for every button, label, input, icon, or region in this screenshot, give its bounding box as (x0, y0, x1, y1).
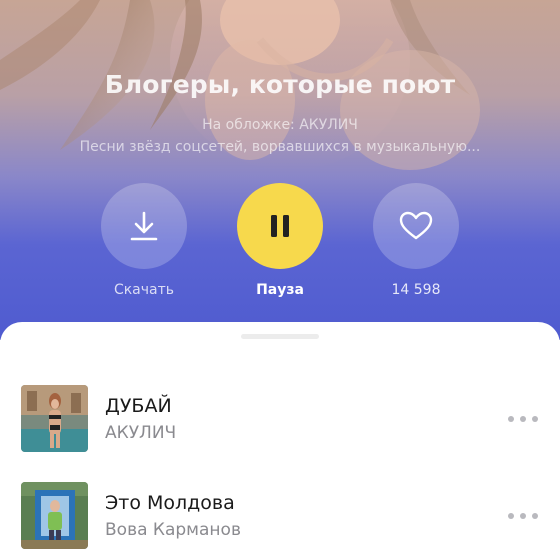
heart-icon (399, 211, 433, 240)
track-title: Это Молдова (105, 492, 235, 514)
cover-credit: На обложке: АКУЛИЧ (202, 117, 358, 133)
track-row[interactable]: Это Молдова Вова Карманов (0, 482, 560, 552)
track-row[interactable]: ДУБАЙ АКУЛИЧ (0, 385, 560, 455)
download-button[interactable] (101, 183, 187, 269)
more-options-icon[interactable] (508, 509, 538, 523)
playlist-hero: Блогеры, которые поют На обложке: АКУЛИЧ… (0, 0, 560, 340)
download-label: Скачать (113, 282, 175, 298)
playlist-description[interactable]: Песни звёзд соцсетей, ворвавшихся в музы… (0, 139, 560, 155)
more-options-icon[interactable] (508, 412, 538, 426)
track-title: ДУБАЙ (105, 395, 172, 417)
track-cover-image (21, 385, 88, 452)
track-artist: АКУЛИЧ (105, 423, 177, 443)
sheet-drag-handle[interactable] (241, 334, 319, 339)
like-button[interactable] (373, 183, 459, 269)
pause-icon (271, 215, 289, 237)
track-artist: Вова Карманов (105, 520, 241, 540)
pause-button[interactable] (237, 183, 323, 269)
track-list-sheet: ДУБАЙ АКУЛИЧ Это Молдова Вова Карманов (0, 322, 560, 560)
download-icon (130, 211, 158, 241)
playlist-title: Блогеры, которые поют (104, 70, 456, 99)
track-cover-image (21, 482, 88, 549)
pause-label: Пауза (256, 282, 304, 298)
likes-count: 14 598 (391, 282, 441, 298)
